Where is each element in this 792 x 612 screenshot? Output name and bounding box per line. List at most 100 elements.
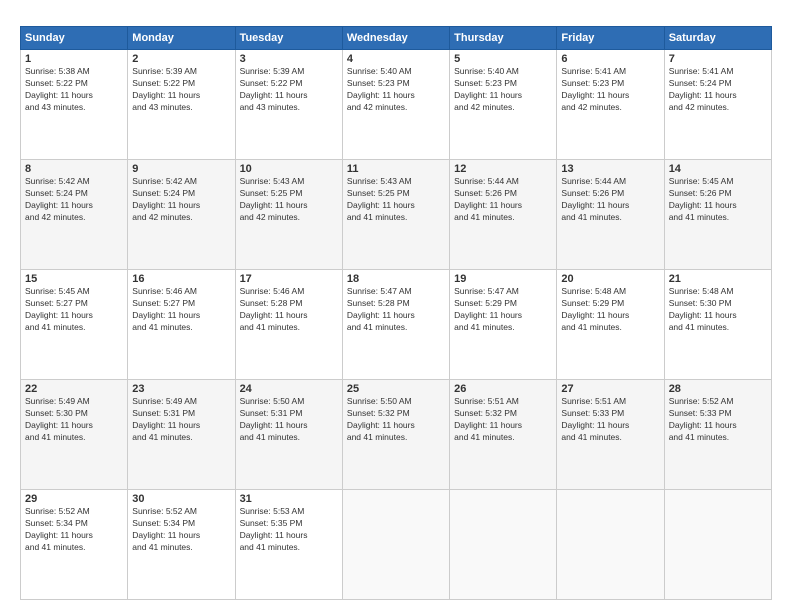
calendar-cell: 24Sunrise: 5:50 AMSunset: 5:31 PMDayligh…	[235, 380, 342, 490]
day-info: Sunrise: 5:39 AMSunset: 5:22 PMDaylight:…	[240, 66, 338, 114]
day-number: 26	[454, 383, 552, 395]
day-number: 17	[240, 273, 338, 285]
day-info: Sunrise: 5:43 AMSunset: 5:25 PMDaylight:…	[240, 176, 338, 224]
calendar-cell: 31Sunrise: 5:53 AMSunset: 5:35 PMDayligh…	[235, 490, 342, 600]
calendar-cell: 17Sunrise: 5:46 AMSunset: 5:28 PMDayligh…	[235, 270, 342, 380]
calendar-cell: 18Sunrise: 5:47 AMSunset: 5:28 PMDayligh…	[342, 270, 449, 380]
day-number: 15	[25, 273, 123, 285]
calendar-week-4: 22Sunrise: 5:49 AMSunset: 5:30 PMDayligh…	[21, 380, 772, 490]
col-header-monday: Monday	[128, 27, 235, 50]
day-info: Sunrise: 5:44 AMSunset: 5:26 PMDaylight:…	[561, 176, 659, 224]
day-number: 7	[669, 53, 767, 65]
day-number: 31	[240, 493, 338, 505]
day-info: Sunrise: 5:46 AMSunset: 5:27 PMDaylight:…	[132, 286, 230, 334]
calendar-cell: 6Sunrise: 5:41 AMSunset: 5:23 PMDaylight…	[557, 50, 664, 160]
day-number: 13	[561, 163, 659, 175]
day-number: 2	[132, 53, 230, 65]
calendar-cell	[664, 490, 771, 600]
col-header-friday: Friday	[557, 27, 664, 50]
calendar-cell: 2Sunrise: 5:39 AMSunset: 5:22 PMDaylight…	[128, 50, 235, 160]
calendar-cell	[342, 490, 449, 600]
day-info: Sunrise: 5:46 AMSunset: 5:28 PMDaylight:…	[240, 286, 338, 334]
day-number: 4	[347, 53, 445, 65]
day-number: 11	[347, 163, 445, 175]
day-info: Sunrise: 5:40 AMSunset: 5:23 PMDaylight:…	[347, 66, 445, 114]
calendar-cell: 9Sunrise: 5:42 AMSunset: 5:24 PMDaylight…	[128, 160, 235, 270]
day-info: Sunrise: 5:47 AMSunset: 5:28 PMDaylight:…	[347, 286, 445, 334]
day-info: Sunrise: 5:45 AMSunset: 5:26 PMDaylight:…	[669, 176, 767, 224]
day-info: Sunrise: 5:52 AMSunset: 5:33 PMDaylight:…	[669, 396, 767, 444]
day-number: 16	[132, 273, 230, 285]
page: General Blue SundayMondayTuesdayWednesda…	[0, 0, 792, 612]
calendar-cell: 30Sunrise: 5:52 AMSunset: 5:34 PMDayligh…	[128, 490, 235, 600]
day-info: Sunrise: 5:41 AMSunset: 5:23 PMDaylight:…	[561, 66, 659, 114]
calendar-cell	[450, 490, 557, 600]
col-header-wednesday: Wednesday	[342, 27, 449, 50]
day-number: 24	[240, 383, 338, 395]
calendar-cell: 27Sunrise: 5:51 AMSunset: 5:33 PMDayligh…	[557, 380, 664, 490]
calendar-cell: 5Sunrise: 5:40 AMSunset: 5:23 PMDaylight…	[450, 50, 557, 160]
calendar-cell: 16Sunrise: 5:46 AMSunset: 5:27 PMDayligh…	[128, 270, 235, 380]
calendar-cell: 8Sunrise: 5:42 AMSunset: 5:24 PMDaylight…	[21, 160, 128, 270]
calendar-cell: 4Sunrise: 5:40 AMSunset: 5:23 PMDaylight…	[342, 50, 449, 160]
calendar-cell: 25Sunrise: 5:50 AMSunset: 5:32 PMDayligh…	[342, 380, 449, 490]
calendar-cell: 7Sunrise: 5:41 AMSunset: 5:24 PMDaylight…	[664, 50, 771, 160]
calendar-cell: 23Sunrise: 5:49 AMSunset: 5:31 PMDayligh…	[128, 380, 235, 490]
day-info: Sunrise: 5:38 AMSunset: 5:22 PMDaylight:…	[25, 66, 123, 114]
day-number: 25	[347, 383, 445, 395]
col-header-thursday: Thursday	[450, 27, 557, 50]
calendar-cell: 21Sunrise: 5:48 AMSunset: 5:30 PMDayligh…	[664, 270, 771, 380]
day-info: Sunrise: 5:49 AMSunset: 5:31 PMDaylight:…	[132, 396, 230, 444]
day-number: 1	[25, 53, 123, 65]
day-number: 23	[132, 383, 230, 395]
calendar-cell: 22Sunrise: 5:49 AMSunset: 5:30 PMDayligh…	[21, 380, 128, 490]
day-number: 27	[561, 383, 659, 395]
calendar: SundayMondayTuesdayWednesdayThursdayFrid…	[20, 26, 772, 600]
day-number: 29	[25, 493, 123, 505]
calendar-week-1: 1Sunrise: 5:38 AMSunset: 5:22 PMDaylight…	[21, 50, 772, 160]
calendar-week-5: 29Sunrise: 5:52 AMSunset: 5:34 PMDayligh…	[21, 490, 772, 600]
day-info: Sunrise: 5:47 AMSunset: 5:29 PMDaylight:…	[454, 286, 552, 334]
day-info: Sunrise: 5:45 AMSunset: 5:27 PMDaylight:…	[25, 286, 123, 334]
calendar-cell: 19Sunrise: 5:47 AMSunset: 5:29 PMDayligh…	[450, 270, 557, 380]
day-number: 8	[25, 163, 123, 175]
day-number: 14	[669, 163, 767, 175]
day-number: 6	[561, 53, 659, 65]
calendar-week-2: 8 Sunrise: 5:42 AMSunset: 5:24 PMDaylight…	[21, 160, 772, 270]
calendar-week-3: 15Sunrise: 5:45 AMSunset: 5:27 PMDayligh…	[21, 270, 772, 380]
day-number: 12	[454, 163, 552, 175]
col-header-sunday: Sunday	[21, 27, 128, 50]
calendar-cell: 15Sunrise: 5:45 AMSunset: 5:27 PMDayligh…	[21, 270, 128, 380]
day-info: Sunrise: 5:53 AMSunset: 5:35 PMDaylight:…	[240, 506, 338, 554]
day-info: Sunrise: 5:48 AMSunset: 5:30 PMDaylight:…	[669, 286, 767, 334]
day-number: 5	[454, 53, 552, 65]
day-info: Sunrise: 5:50 AMSunset: 5:32 PMDaylight:…	[347, 396, 445, 444]
calendar-cell: 10Sunrise: 5:43 AMSunset: 5:25 PMDayligh…	[235, 160, 342, 270]
day-info: Sunrise: 5:42 AMSunset: 5:24 PMDaylight:…	[132, 176, 230, 224]
day-info: Sunrise: 5:43 AMSunset: 5:25 PMDaylight:…	[347, 176, 445, 224]
col-header-saturday: Saturday	[664, 27, 771, 50]
day-info: Sunrise: 5:41 AMSunset: 5:24 PMDaylight:…	[669, 66, 767, 114]
day-number: 20	[561, 273, 659, 285]
calendar-cell: 1Sunrise: 5:38 AMSunset: 5:22 PMDaylight…	[21, 50, 128, 160]
calendar-cell: 26Sunrise: 5:51 AMSunset: 5:32 PMDayligh…	[450, 380, 557, 490]
day-number: 18	[347, 273, 445, 285]
day-number: 30	[132, 493, 230, 505]
day-info: Sunrise: 5:48 AMSunset: 5:29 PMDaylight:…	[561, 286, 659, 334]
day-number: 9	[132, 163, 230, 175]
calendar-cell: 29Sunrise: 5:52 AMSunset: 5:34 PMDayligh…	[21, 490, 128, 600]
calendar-cell: 11Sunrise: 5:43 AMSunset: 5:25 PMDayligh…	[342, 160, 449, 270]
calendar-cell: 13Sunrise: 5:44 AMSunset: 5:26 PMDayligh…	[557, 160, 664, 270]
day-info: Sunrise: 5:44 AMSunset: 5:26 PMDaylight:…	[454, 176, 552, 224]
day-info: Sunrise: 5:49 AMSunset: 5:30 PMDaylight:…	[25, 396, 123, 444]
day-number: 28	[669, 383, 767, 395]
day-info: Sunrise: 5:51 AMSunset: 5:32 PMDaylight:…	[454, 396, 552, 444]
calendar-cell: 12Sunrise: 5:44 AMSunset: 5:26 PMDayligh…	[450, 160, 557, 270]
calendar-cell: 3Sunrise: 5:39 AMSunset: 5:22 PMDaylight…	[235, 50, 342, 160]
calendar-cell	[557, 490, 664, 600]
calendar-cell: 28Sunrise: 5:52 AMSunset: 5:33 PMDayligh…	[664, 380, 771, 490]
calendar-header-row: SundayMondayTuesdayWednesdayThursdayFrid…	[21, 27, 772, 50]
calendar-cell: 14Sunrise: 5:45 AMSunset: 5:26 PMDayligh…	[664, 160, 771, 270]
day-number: 19	[454, 273, 552, 285]
day-info: Sunrise: 5:50 AMSunset: 5:31 PMDaylight:…	[240, 396, 338, 444]
